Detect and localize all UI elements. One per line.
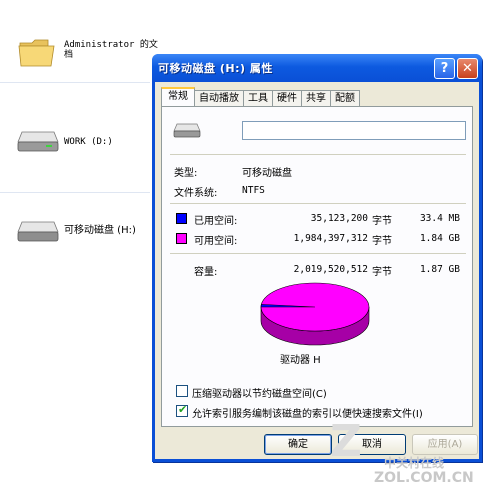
watermark-domain: ZOL.COM.CN	[374, 470, 474, 486]
filesystem-label: 文件系统:	[174, 188, 218, 199]
help-icon: ?	[440, 60, 449, 76]
tab-strip: 常规 自动播放 工具 硬件 共享 配额	[161, 87, 360, 106]
dialog-body: 常规 自动播放 工具 硬件 共享 配额 类型: 可移动磁盘 文件系统: NTFS…	[155, 82, 479, 459]
ok-button[interactable]: 确定	[264, 434, 332, 455]
tab-tools[interactable]: 工具	[243, 90, 273, 106]
capacity-unit: 字节	[372, 267, 392, 278]
divider	[170, 253, 466, 254]
used-space-swatch	[176, 213, 187, 224]
dialog-title: 可移动磁盘 (H:) 属性	[158, 62, 273, 75]
help-button[interactable]: ?	[434, 57, 455, 79]
close-icon: ✕	[462, 60, 473, 76]
divider	[170, 154, 466, 155]
free-space-label: 可用空间:	[194, 236, 238, 247]
desktop-item-documents[interactable]: Administrator 的文 档	[18, 36, 158, 68]
hard-drive-icon	[17, 131, 59, 152]
tab-hardware[interactable]: 硬件	[272, 90, 302, 106]
drive-icon	[173, 123, 201, 138]
tab-quota[interactable]: 配额	[330, 90, 360, 106]
watermark-logo-icon: Z	[330, 416, 362, 467]
free-space-unit: 字节	[372, 236, 392, 247]
removable-drive-icon	[17, 221, 59, 242]
folder-icon	[18, 39, 55, 67]
compress-checkbox[interactable]	[176, 385, 188, 397]
used-space-label: 已用空间:	[194, 216, 238, 227]
capacity-label: 容量:	[194, 267, 218, 278]
desktop-item-removable-drive[interactable]: 可移动磁盘 (H:)	[16, 218, 136, 244]
desktop-item-label: 可移动磁盘 (H:)	[64, 225, 136, 236]
index-label: 允许索引服务编制该磁盘的索引以便快速搜索文件(I)	[192, 409, 423, 420]
free-space-swatch	[176, 233, 187, 244]
used-space-bytes: 35,123,200	[310, 213, 368, 224]
desktop-item-label-cont: 档	[64, 50, 74, 60]
index-checkbox[interactable]: ✔	[176, 403, 188, 417]
drive-letter-label: 驱动器 H	[280, 355, 321, 366]
title-bar[interactable]: 可移动磁盘 (H:) 属性 ? ✕	[152, 54, 482, 82]
watermark-text: 中关村在线	[384, 456, 445, 470]
general-panel: 类型: 可移动磁盘 文件系统: NTFS 已用空间: 35,123,200 字节…	[161, 106, 473, 427]
divider	[0, 82, 150, 83]
type-value: 可移动磁盘	[242, 168, 292, 179]
desktop-item-label: Administrator 的文	[64, 40, 158, 50]
divider	[170, 203, 466, 204]
tab-sharing[interactable]: 共享	[301, 90, 331, 106]
free-space-size: 1.84 GB	[419, 233, 460, 244]
free-space-bytes: 1,984,397,312	[293, 233, 368, 244]
type-label: 类型:	[174, 168, 198, 179]
disk-usage-pie	[260, 282, 370, 346]
close-button[interactable]: ✕	[457, 57, 478, 79]
divider	[0, 192, 150, 193]
desktop-item-label: WORK (D:)	[64, 137, 113, 147]
capacity-bytes: 2,019,520,512	[293, 264, 368, 275]
filesystem-value: NTFS	[242, 185, 265, 196]
used-space-size: 33.4 MB	[419, 213, 460, 224]
used-space-unit: 字节	[372, 216, 392, 227]
drive-name-input[interactable]	[242, 121, 466, 140]
tab-general[interactable]: 常规	[161, 87, 195, 106]
tab-autoplay[interactable]: 自动播放	[194, 90, 244, 106]
compress-label: 压缩驱动器以节约磁盘空间(C)	[192, 389, 327, 400]
check-icon: ✔	[178, 403, 188, 416]
capacity-size: 1.87 GB	[419, 264, 460, 275]
apply-button[interactable]: 应用(A)	[412, 434, 478, 455]
desktop-item-work-drive[interactable]: WORK (D:)	[16, 128, 113, 154]
properties-dialog: 可移动磁盘 (H:) 属性 ? ✕ 常规 自动播放 工具 硬件 共享 配额 类型…	[152, 54, 482, 462]
